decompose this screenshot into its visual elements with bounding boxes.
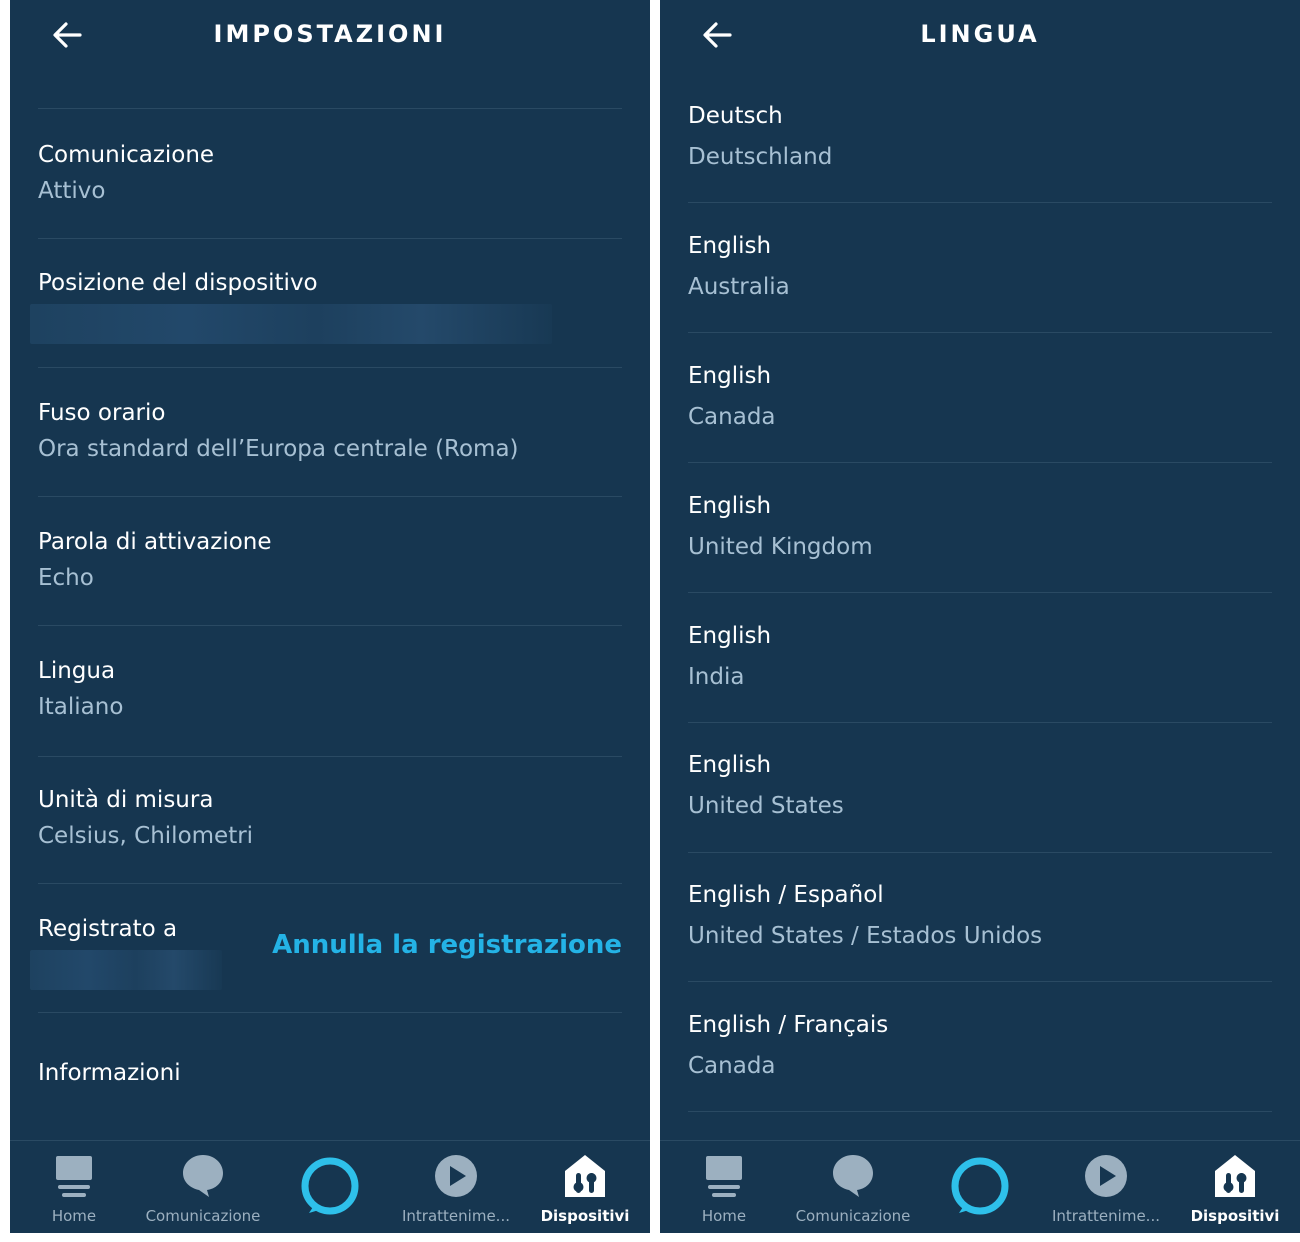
divider xyxy=(38,625,622,626)
divider xyxy=(688,1111,1272,1112)
language-option[interactable]: English United States xyxy=(688,750,1274,850)
setting-value: Echo xyxy=(38,565,94,591)
language-option[interactable]: Deutsch Deutschland xyxy=(688,101,1274,201)
setting-label: Registrato a xyxy=(38,916,178,942)
setting-language[interactable]: Lingua Italiano xyxy=(38,656,624,756)
divider xyxy=(38,1012,622,1013)
nav-devices[interactable]: Dispositivi xyxy=(1190,1141,1280,1233)
chat-bubble-icon xyxy=(183,1155,223,1197)
setting-label: Posizione del dispositivo xyxy=(38,270,318,296)
chat-bubble-icon xyxy=(833,1155,873,1197)
language-option[interactable]: English Australia xyxy=(688,231,1274,331)
divider xyxy=(688,462,1272,463)
play-icon xyxy=(1085,1155,1127,1197)
divider xyxy=(38,238,622,239)
language-region: India xyxy=(688,664,745,690)
language-region: United Kingdom xyxy=(688,534,873,560)
divider xyxy=(688,202,1272,203)
language-name: English xyxy=(688,623,772,649)
setting-value: Celsius, Chilometri xyxy=(38,823,254,849)
divider xyxy=(688,332,1272,333)
language-option[interactable]: English United Kingdom xyxy=(688,491,1274,591)
language-region: Australia xyxy=(688,274,790,300)
setting-about[interactable]: Informazioni xyxy=(38,1058,624,1118)
setting-label: Unità di misura xyxy=(38,787,214,813)
language-option[interactable]: English India xyxy=(688,621,1274,721)
nav-label: Home xyxy=(701,1207,747,1225)
divider xyxy=(38,883,622,884)
setting-communication[interactable]: Comunicazione Attivo xyxy=(38,140,624,240)
setting-label: Informazioni xyxy=(38,1060,181,1086)
settings-screen: IMPOSTAZIONI · ·· · Comunicazione Attivo… xyxy=(10,0,650,1233)
language-region: United States / Estados Unidos xyxy=(688,923,1043,949)
language-option[interactable]: English / Español United States / Estado… xyxy=(688,880,1274,980)
devices-icon xyxy=(565,1155,605,1197)
setting-wake-word[interactable]: Parola di attivazione Echo xyxy=(38,527,624,627)
redacted-location xyxy=(30,304,552,344)
nav-entertainment[interactable]: Intrattenime... xyxy=(392,1141,520,1233)
setting-units[interactable]: Unità di misura Celsius, Chilometri xyxy=(38,785,624,885)
language-option[interactable]: English Canada xyxy=(688,361,1274,461)
alexa-ring-icon xyxy=(951,1157,1009,1215)
language-region: United States xyxy=(688,793,844,819)
language-name: English / Español xyxy=(688,882,884,908)
nav-label: Intrattenime... xyxy=(402,1207,510,1225)
redacted-account xyxy=(30,950,222,990)
nav-devices[interactable]: Dispositivi xyxy=(540,1141,630,1233)
deregister-link[interactable]: Annulla la registrazione xyxy=(272,930,622,960)
divider xyxy=(38,756,622,757)
divider xyxy=(688,981,1272,982)
language-region: Canada xyxy=(688,1053,776,1079)
divider xyxy=(38,108,622,109)
home-icon xyxy=(706,1156,742,1197)
language-option[interactable]: English / Français Canada xyxy=(688,1010,1274,1110)
setting-value: Italiano xyxy=(38,694,124,720)
page-title: IMPOSTAZIONI xyxy=(213,20,447,48)
divider xyxy=(38,367,622,368)
divider xyxy=(688,852,1272,853)
nav-label: Comunicazione xyxy=(795,1207,911,1225)
play-icon xyxy=(435,1155,477,1197)
language-name: English / Français xyxy=(688,1012,889,1038)
language-region: Canada xyxy=(688,404,776,430)
nav-communication[interactable]: Comunicazione xyxy=(788,1141,918,1233)
setting-time-zone[interactable]: Fuso orario Ora standard dell’Europa cen… xyxy=(38,398,624,498)
nav-home[interactable]: Home xyxy=(30,1141,118,1233)
home-icon xyxy=(56,1156,92,1197)
alexa-ring-icon xyxy=(301,1157,359,1215)
language-name: Deutsch xyxy=(688,103,783,129)
language-name: English xyxy=(688,493,772,519)
language-name: English xyxy=(688,363,772,389)
setting-value: Attivo xyxy=(38,178,106,204)
language-region: Deutschland xyxy=(688,144,833,170)
nav-home[interactable]: Home xyxy=(680,1141,768,1233)
divider xyxy=(38,496,622,497)
setting-value: Ora standard dell’Europa centrale (Roma) xyxy=(38,436,519,462)
nav-label: Dispositivi xyxy=(1190,1207,1280,1225)
alexa-button[interactable] xyxy=(940,1141,1020,1233)
nav-entertainment[interactable]: Intrattenime... xyxy=(1042,1141,1170,1233)
nav-communication[interactable]: Comunicazione xyxy=(138,1141,268,1233)
setting-label: Fuso orario xyxy=(38,400,166,426)
devices-icon xyxy=(1215,1155,1255,1197)
divider xyxy=(688,592,1272,593)
setting-label: Comunicazione xyxy=(38,142,215,168)
bottom-navigation: Home Comunicazione Intrattenime... Dispo… xyxy=(10,1140,650,1233)
alexa-button[interactable] xyxy=(290,1141,370,1233)
nav-label: Intrattenime... xyxy=(1052,1207,1160,1225)
language-header: LINGUA xyxy=(660,0,1300,70)
language-name: English xyxy=(688,233,772,259)
setting-label: Parola di attivazione xyxy=(38,529,272,555)
language-screen: LINGUA Deutsch Deutschland English Austr… xyxy=(660,0,1300,1233)
nav-label: Dispositivi xyxy=(540,1207,630,1225)
language-name: English xyxy=(688,752,772,778)
divider xyxy=(688,722,1272,723)
page-title: LINGUA xyxy=(920,20,1040,48)
bottom-navigation: Home Comunicazione Intrattenime... Dispo… xyxy=(660,1140,1300,1233)
scrolled-off-item: · ·· · xyxy=(38,54,128,76)
setting-label: Lingua xyxy=(38,658,116,684)
nav-label: Home xyxy=(51,1207,97,1225)
nav-label: Comunicazione xyxy=(145,1207,261,1225)
